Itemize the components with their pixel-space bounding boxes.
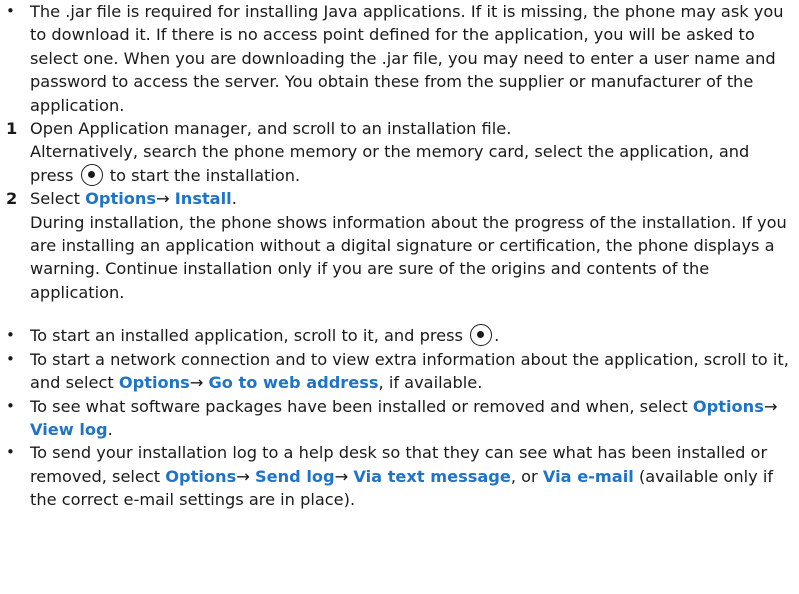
menu-arrow: → <box>334 466 349 486</box>
tip-web-address: • To start a network connection and to v… <box>0 348 799 395</box>
step-2-detail: During installation, the phone shows inf… <box>30 212 787 302</box>
options-menu-label: Options <box>165 466 237 486</box>
options-menu-label: Options <box>85 189 157 209</box>
bullet-marker: • <box>6 396 15 415</box>
menu-arrow: → <box>189 373 204 393</box>
menu-arrow: → <box>236 466 250 486</box>
tip-log-text: To see what software packages have been … <box>30 396 688 416</box>
view-log-label: View log <box>30 419 108 439</box>
select-key-icon <box>470 324 493 347</box>
select-key-icon <box>80 163 103 186</box>
intro-text: The .jar file is required for installing… <box>30 2 784 115</box>
tip-web-end: , if available. <box>378 373 483 393</box>
step-2-select: Select <box>30 189 80 209</box>
step-2-period: . <box>231 189 237 209</box>
menu-arrow: → <box>156 189 170 209</box>
send-log-label: Send log <box>254 466 335 486</box>
options-menu-label: Options <box>692 396 764 416</box>
bullet-marker: • <box>6 349 15 368</box>
step-1-line1: Open Application manager, and scroll to … <box>30 119 512 139</box>
document-page: • The .jar file is required for installi… <box>0 0 799 594</box>
intro-bullet: • The .jar file is required for installi… <box>0 0 799 117</box>
step-2: 2 Select Options→ Install. During instal… <box>0 187 799 304</box>
step-1: 1 Open Application manager, and scroll t… <box>0 117 799 187</box>
step-number: 1 <box>6 119 18 139</box>
via-email-label: Via e-mail <box>542 466 634 486</box>
bullet-marker: • <box>6 326 15 345</box>
install-menu-label: Install <box>174 189 232 209</box>
tip-view-log: • To see what software packages have bee… <box>0 395 799 442</box>
tip-log-end: . <box>107 419 113 439</box>
bullet-marker: • <box>6 443 15 462</box>
bullet-marker: • <box>6 2 15 20</box>
tip-send-log: • To send your installation log to a hel… <box>0 441 799 511</box>
tip-start-app-end: . <box>494 326 500 346</box>
options-menu-label: Options <box>118 373 190 393</box>
step-1-line2-end: to start the installation. <box>109 165 301 185</box>
go-to-web-address-label: Go to web address <box>208 373 379 393</box>
menu-arrow: → <box>763 396 778 416</box>
tip-start-app-text: To start an installed application, scrol… <box>30 326 463 346</box>
tip-start-app: • To start an installed application, scr… <box>0 324 799 347</box>
tip-send-or: , or <box>510 466 538 486</box>
step-number: 2 <box>6 189 18 209</box>
via-text-message-label: Via text message <box>353 466 511 486</box>
